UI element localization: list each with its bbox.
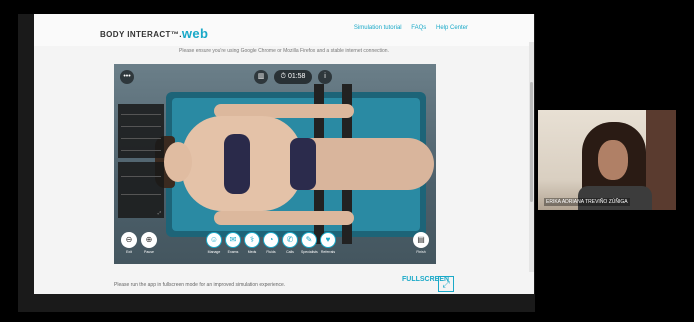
fullscreen-icon[interactable]: ⤢ — [438, 276, 454, 292]
more-options-icon[interactable]: ••• — [120, 70, 134, 84]
finish-label: Finish — [416, 250, 426, 254]
logo-web: web — [181, 26, 209, 41]
browser-notice: Please ensure you're using Google Chrome… — [179, 48, 389, 54]
document-icon: ▤ — [413, 232, 429, 248]
tool-calls[interactable]: ✆ Calls — [282, 232, 298, 254]
tool-exams[interactable]: ✉ Exams — [225, 232, 241, 254]
patient-clothing — [224, 134, 250, 194]
tool-referrals[interactable]: ♥ Referrals — [320, 232, 336, 254]
exit-button[interactable]: ⊖ Exit — [120, 232, 138, 254]
exams-icon: ✉ — [225, 232, 241, 248]
tool-label: Specialists — [301, 250, 318, 254]
nav-link-tutorial[interactable]: Simulation tutorial — [354, 25, 402, 31]
heart-icon: ♥ — [320, 232, 336, 248]
phone-icon: ✆ — [282, 232, 298, 248]
logo-text: BODY INTERACT — [100, 30, 171, 39]
participant-name: ERIKA ADRIANA TREVIÑO ZÚÑIGA — [544, 198, 630, 206]
tool-fluids[interactable]: ◔ Fluids — [263, 232, 279, 254]
pause-button[interactable]: ⊕ Pause — [140, 232, 158, 254]
patient-clothing — [290, 138, 316, 190]
top-navigation: BODY INTERACT™.web Simulation tutorial F… — [34, 14, 534, 46]
meds-icon: ⚕ — [244, 232, 260, 248]
tool-label: Referrals — [320, 250, 336, 254]
expand-icon[interactable]: ⤢ — [158, 210, 161, 215]
tool-label: Manage — [207, 250, 221, 254]
fullscreen-hint: Please run the app in fullscreen mode fo… — [114, 282, 286, 288]
tool-meds[interactable]: ⚕ Meds — [244, 232, 260, 254]
body-interact-logo[interactable]: BODY INTERACT™.web — [100, 25, 209, 41]
finish-button[interactable]: ▤ Finish — [412, 232, 430, 254]
tool-label: Calls — [286, 250, 294, 254]
logo-tm: ™ — [170, 30, 180, 39]
tool-label: Fluids — [266, 250, 276, 254]
participant-face — [598, 140, 628, 180]
patient-head[interactable] — [164, 142, 192, 182]
manage-icon: ☺ — [206, 232, 222, 248]
simulation-toolbar: ⊖ Exit ⊕ Pause ☺ Manage ✉ Exams ⚕ Meds ◔… — [114, 232, 436, 260]
shared-browser-window: BODY INTERACT™.web Simulation tutorial F… — [34, 14, 534, 294]
vitals-panel[interactable] — [118, 104, 164, 158]
nav-link-help-center[interactable]: Help Center — [436, 25, 468, 31]
video-call-frame: BODY INTERACT™.web Simulation tutorial F… — [0, 0, 694, 322]
fluids-icon: ◔ — [263, 232, 279, 248]
patient-arm — [214, 211, 354, 225]
exit-label: Exit — [126, 250, 132, 254]
nav-link-faqs[interactable]: FAQs — [411, 25, 426, 31]
tool-specialists[interactable]: ✎ Specialists — [301, 232, 318, 254]
participant-video-tile[interactable]: ERIKA ADRIANA TREVIÑO ZÚÑIGA — [538, 110, 676, 210]
delete-icon[interactable]: ▥ — [254, 70, 268, 84]
info-icon[interactable]: i — [318, 70, 332, 84]
pause-label: Pause — [144, 250, 154, 254]
pause-icon: ⊕ — [141, 232, 157, 248]
tool-label: Meds — [247, 250, 257, 254]
exit-icon: ⊖ — [121, 232, 137, 248]
scrollbar[interactable] — [529, 42, 534, 272]
nav-links: Simulation tutorial FAQs Help Center — [346, 25, 468, 31]
scrollbar-thumb[interactable] — [530, 82, 533, 202]
simulation-viewport[interactable]: ••• ▥ ⏱ 01:58 i ⤢ ⊖ Exit ⊕ Pause ☺ Manag… — [114, 64, 436, 264]
pen-icon: ✎ — [301, 232, 317, 248]
tool-manage[interactable]: ☺ Manage — [206, 232, 222, 254]
monitor-panel[interactable]: ⤢ — [118, 162, 164, 218]
timer-value: 01:58 — [287, 73, 306, 80]
simulation-timer: ⏱ 01:58 — [274, 70, 312, 84]
tool-label: Exams — [227, 250, 239, 254]
